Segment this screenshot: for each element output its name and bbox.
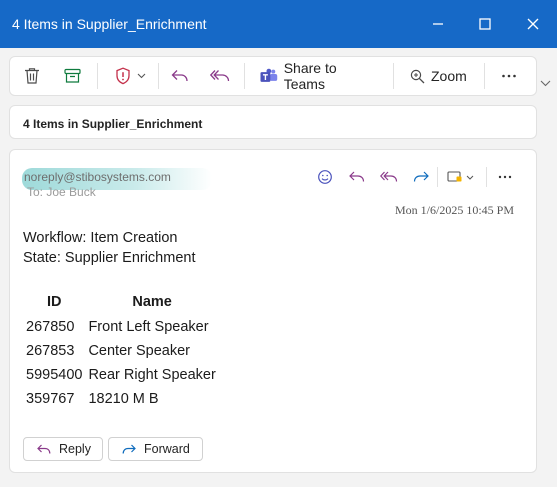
archive-icon [63, 68, 81, 83]
share-to-teams-label: Share to Teams [283, 60, 337, 92]
toolbar: Share to Teams Zoom [9, 56, 537, 96]
cell-id: 5995400 [26, 367, 83, 383]
table-row: 5995400 Rear Right Speaker [23, 363, 219, 387]
forward-icon [413, 171, 429, 182]
forward-label: Forward [144, 442, 190, 456]
recipient-line: To: Joe Buck [27, 185, 96, 199]
message-forward-button[interactable] [410, 166, 432, 188]
reply-all-button[interactable] [208, 57, 232, 95]
trash-icon [25, 68, 39, 84]
more-options-button[interactable] [498, 57, 520, 95]
table-header-row: ID Name [23, 289, 219, 315]
window-title: 4 Items in Supplier_Enrichment [12, 16, 207, 32]
subject-title: 4 Items in Supplier_Enrichment [23, 117, 203, 131]
state-line: State: Supplier Enrichment [23, 250, 196, 266]
title-bar: 4 Items in Supplier_Enrichment [0, 0, 557, 48]
minimize-icon [433, 23, 443, 25]
more-icon [502, 74, 516, 78]
forward-icon [122, 444, 136, 454]
chevron-down-icon[interactable] [540, 80, 551, 87]
chevron-down-icon [466, 175, 473, 180]
apps-button[interactable] [444, 166, 476, 188]
share-to-teams-button[interactable]: Share to Teams [260, 57, 380, 95]
reaction-button[interactable] [314, 166, 336, 188]
chevron-down-icon [137, 73, 145, 79]
delete-button[interactable] [21, 57, 43, 95]
actions-divider [486, 167, 487, 187]
maximize-icon [479, 18, 491, 30]
toolbar-divider [244, 63, 245, 89]
header-name: Name [132, 294, 172, 310]
cell-name: Rear Right Speaker [88, 367, 216, 383]
reply-icon [171, 70, 188, 82]
message-card: noreply@stibosystems.com To: Joe Buck Mo… [9, 149, 537, 473]
message-more-button[interactable] [494, 166, 516, 188]
header-id: ID [46, 294, 62, 310]
table-row: 359767 18210 M B [23, 387, 219, 411]
toolbar-divider [158, 63, 159, 89]
message-reply-button[interactable] [346, 166, 368, 188]
subject-bar: 4 Items in Supplier_Enrichment [9, 105, 537, 139]
forward-pill-button[interactable]: Forward [108, 437, 203, 461]
reply-button[interactable] [169, 57, 191, 95]
zoom-icon [410, 69, 425, 83]
toolbar-divider [484, 63, 485, 89]
toolbar-divider [97, 63, 98, 89]
zoom-label: Zoom [431, 68, 467, 84]
more-icon [498, 175, 512, 179]
teams-icon [260, 68, 278, 82]
reply-icon [37, 444, 51, 454]
workflow-line: Workflow: Item Creation [23, 230, 178, 246]
cell-name: 18210 M B [88, 391, 159, 407]
cell-id: 267853 [26, 343, 75, 359]
table-row: 267850 Front Left Speaker [23, 315, 219, 339]
table-row: 267853 Center Speaker [23, 339, 219, 363]
apps-icon [446, 171, 461, 182]
cell-id: 359767 [26, 391, 75, 407]
close-button[interactable] [522, 13, 544, 35]
report-button[interactable] [110, 57, 150, 95]
reply-all-icon [380, 171, 398, 182]
cell-name: Center Speaker [88, 343, 191, 359]
reply-label: Reply [59, 442, 91, 456]
reply-all-icon [210, 70, 230, 82]
smiley-icon [318, 170, 332, 184]
shield-icon [115, 67, 130, 85]
cell-name: Front Left Speaker [88, 319, 209, 335]
archive-button[interactable] [61, 57, 83, 95]
message-date: Mon 1/6/2025 10:45 PM [395, 203, 515, 217]
maximize-button[interactable] [474, 13, 496, 35]
reply-pill-button[interactable]: Reply [23, 437, 103, 461]
zoom-button[interactable]: Zoom [410, 57, 472, 95]
close-icon [527, 18, 539, 30]
message-reply-all-button[interactable] [378, 166, 400, 188]
toolbar-divider [393, 63, 394, 89]
actions-divider [437, 167, 438, 187]
reply-icon [349, 171, 365, 182]
cell-id: 267850 [26, 319, 75, 335]
sender-address[interactable]: noreply@stibosystems.com [24, 170, 171, 184]
items-table: ID Name 267850 Front Left Speaker 267853… [23, 289, 219, 411]
minimize-button[interactable] [427, 13, 449, 35]
